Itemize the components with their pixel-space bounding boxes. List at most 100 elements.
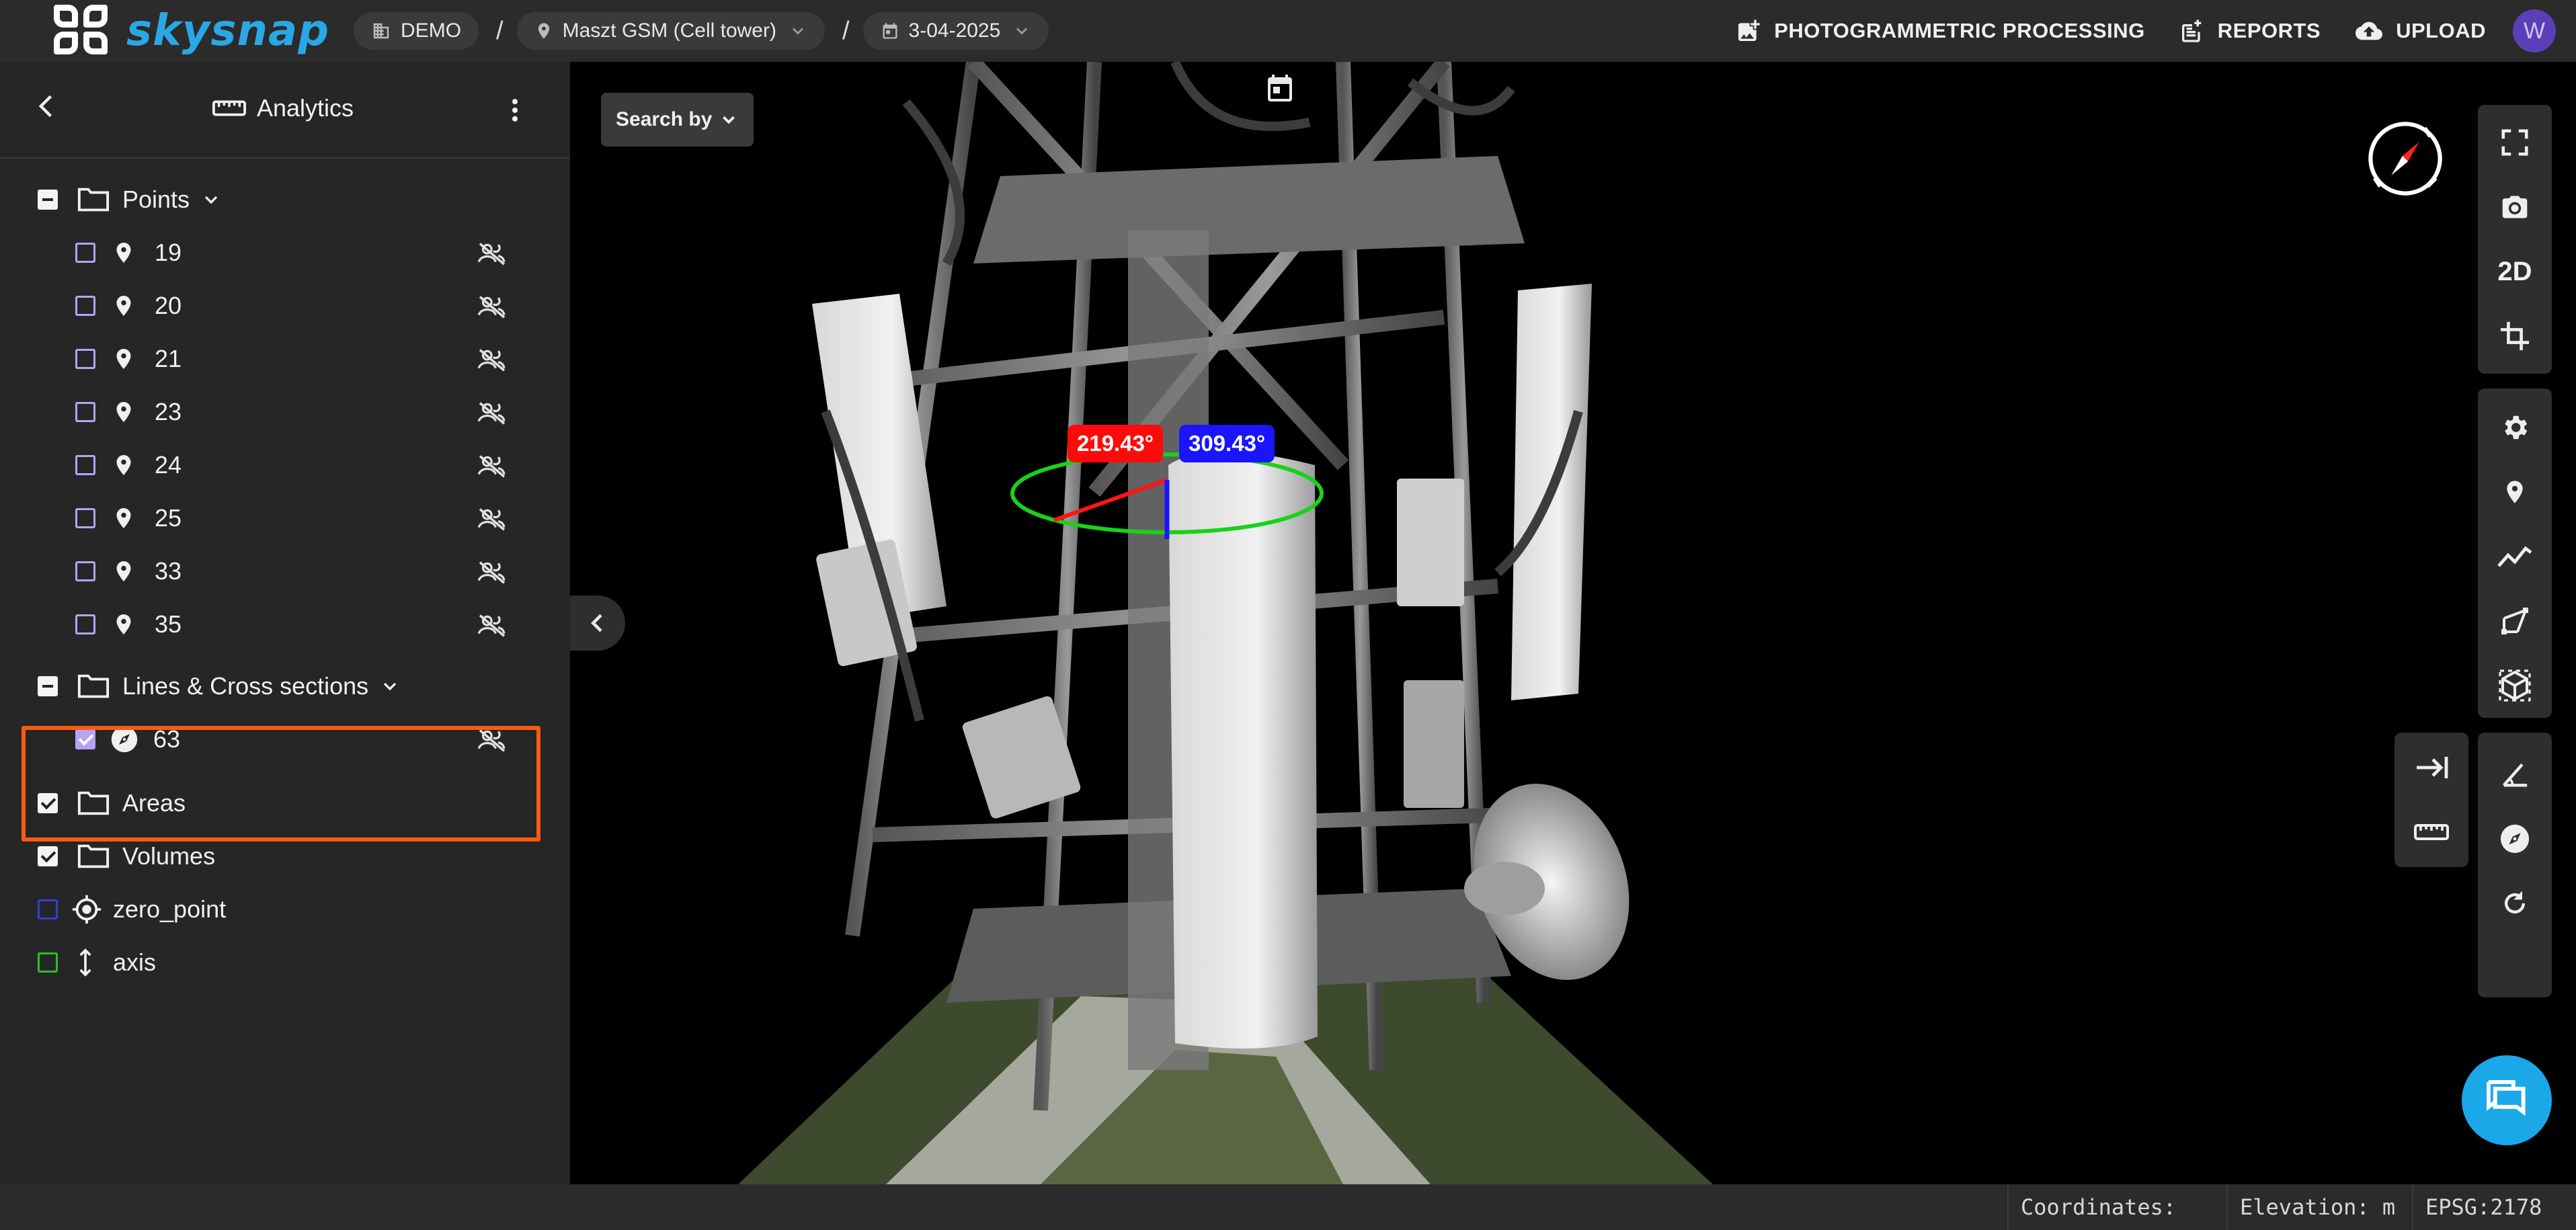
group-points-checkbox[interactable] bbox=[38, 190, 58, 210]
breadcrumb-organization[interactable]: DEMO bbox=[354, 12, 479, 50]
item-label: 35 bbox=[155, 610, 182, 638]
add-line-button[interactable] bbox=[2478, 524, 2552, 589]
breadcrumb-date-label: 3-04-2025 bbox=[908, 19, 1001, 42]
upload-button[interactable]: UPLOAD bbox=[2354, 17, 2486, 44]
support-chat-button[interactable] bbox=[2462, 1055, 2552, 1145]
item-label: 24 bbox=[155, 451, 182, 479]
visibility-off-icon[interactable] bbox=[476, 507, 508, 537]
location-pin-icon bbox=[112, 504, 136, 532]
crop-button[interactable] bbox=[2478, 304, 2552, 368]
add-point-button[interactable] bbox=[2478, 460, 2552, 524]
3d-viewport[interactable]: Search by 219.43° 309.43° 2D bbox=[570, 62, 2576, 1184]
reports-button[interactable]: REPORTS bbox=[2179, 17, 2321, 44]
group-volumes-checkbox[interactable] bbox=[38, 846, 58, 866]
visibility-off-icon[interactable] bbox=[476, 347, 508, 378]
location-pin-icon bbox=[112, 239, 136, 267]
sidebar-title-label: Analytics bbox=[257, 94, 354, 122]
list-item[interactable]: 19 bbox=[75, 229, 546, 276]
breadcrumb-project[interactable]: Maszt GSM (Cell tower) bbox=[516, 12, 825, 50]
cross-section-button[interactable] bbox=[2478, 589, 2552, 653]
back-arrow-icon[interactable] bbox=[32, 91, 62, 121]
item-checkbox[interactable] bbox=[75, 296, 95, 316]
item-checkbox[interactable] bbox=[75, 402, 95, 422]
axis-checkbox[interactable] bbox=[38, 952, 58, 973]
breadcrumb-separator: / bbox=[496, 16, 504, 45]
status-bar: Coordinates: Elevation: m EPSG:2178 bbox=[0, 1184, 2576, 1230]
item-checkbox[interactable] bbox=[75, 614, 95, 634]
more-vertical-icon[interactable] bbox=[500, 93, 530, 128]
visibility-off-icon[interactable] bbox=[476, 294, 508, 325]
item-checkbox[interactable] bbox=[75, 349, 95, 369]
visibility-off-icon[interactable] bbox=[476, 560, 508, 590]
angle-label-blue: 309.43° bbox=[1179, 425, 1275, 462]
fullscreen-button[interactable] bbox=[2478, 110, 2552, 175]
top-actions: PHOTOGRAMMETRIC PROCESSING REPORTS UPLOA… bbox=[1735, 0, 2576, 62]
group-lines-cross-sections[interactable]: Lines & Cross sections bbox=[38, 663, 401, 710]
breadcrumb-date[interactable]: 3-04-2025 bbox=[862, 12, 1049, 50]
item-checkbox[interactable] bbox=[75, 508, 95, 528]
user-avatar[interactable]: W bbox=[2513, 9, 2556, 52]
list-item[interactable]: 33 bbox=[75, 548, 546, 595]
gear-icon bbox=[2505, 415, 2528, 440]
ruler-button[interactable] bbox=[2394, 800, 2468, 864]
photogrammetric-processing-button[interactable]: PHOTOGRAMMETRIC PROCESSING bbox=[1735, 17, 2145, 44]
rotate-button[interactable] bbox=[2478, 871, 2552, 936]
item-label: 21 bbox=[155, 345, 182, 372]
upload-label: UPLOAD bbox=[2396, 19, 2486, 42]
zero-point-label: zero_point bbox=[113, 895, 227, 923]
visibility-off-icon[interactable] bbox=[476, 454, 508, 484]
visibility-off-icon[interactable] bbox=[476, 613, 508, 643]
timeline-calendar-button[interactable] bbox=[1264, 71, 1296, 108]
location-pin-icon bbox=[538, 23, 549, 39]
item-checkbox[interactable] bbox=[75, 561, 95, 581]
item-axis[interactable]: axis bbox=[38, 939, 156, 986]
group-volumes-label: Volumes bbox=[122, 842, 216, 870]
angle-label-red: 219.43° bbox=[1068, 425, 1164, 462]
fullscreen-icon bbox=[2501, 129, 2528, 156]
view-mode-2d-button[interactable]: 2D bbox=[2478, 239, 2552, 304]
compass-widget[interactable] bbox=[2364, 117, 2447, 204]
list-item[interactable]: 35 bbox=[75, 601, 546, 648]
location-pin-icon bbox=[2507, 481, 2523, 503]
item-checkbox[interactable] bbox=[75, 243, 95, 263]
azimuth-button[interactable] bbox=[2478, 807, 2552, 871]
ruler-icon bbox=[2414, 824, 2449, 840]
list-item[interactable]: 25 bbox=[75, 495, 546, 542]
group-lines-checkbox[interactable] bbox=[38, 676, 58, 696]
zero-point-checkbox[interactable] bbox=[38, 899, 58, 919]
item-zero-point[interactable]: zero_point bbox=[38, 886, 226, 933]
add-photo-icon bbox=[1738, 19, 1760, 41]
ruler-icon bbox=[212, 100, 246, 116]
volume-button[interactable] bbox=[2478, 653, 2552, 718]
elevation-readout: Elevation: m bbox=[2226, 1184, 2412, 1230]
group-points[interactable]: Points bbox=[38, 176, 222, 223]
visibility-off-icon[interactable] bbox=[476, 401, 508, 431]
location-pin-icon bbox=[112, 610, 136, 639]
axis-label: axis bbox=[113, 948, 157, 976]
distance-to-button[interactable] bbox=[2394, 735, 2468, 800]
collapse-sidebar-button[interactable] bbox=[570, 596, 625, 651]
group-points-label: Points bbox=[122, 186, 190, 213]
settings-button[interactable] bbox=[2478, 395, 2552, 460]
sidebar-header: Analytics bbox=[0, 62, 570, 159]
cloud-upload-icon bbox=[2356, 22, 2383, 40]
chevron-left-icon bbox=[591, 614, 602, 632]
list-item[interactable]: 24 bbox=[75, 442, 546, 489]
point-cloud-scene[interactable] bbox=[570, 62, 2576, 1184]
folder-icon bbox=[77, 843, 110, 870]
analysis-toolbar bbox=[2478, 733, 2552, 997]
visibility-off-icon[interactable] bbox=[476, 241, 508, 272]
chevron-down-icon[interactable] bbox=[200, 189, 222, 210]
angle-measure-button[interactable] bbox=[2478, 742, 2552, 807]
list-item[interactable]: 21 bbox=[75, 335, 546, 382]
epsg-readout[interactable]: EPSG:2178 bbox=[2412, 1184, 2576, 1230]
coordinates-readout: Coordinates: bbox=[2007, 1184, 2226, 1230]
list-item[interactable]: 20 bbox=[75, 282, 546, 329]
chevron-down-icon[interactable] bbox=[379, 675, 401, 697]
list-item[interactable]: 23 bbox=[75, 388, 546, 436]
brand-logo[interactable]: skysnap bbox=[54, 0, 329, 62]
screenshot-button[interactable] bbox=[2478, 175, 2552, 239]
search-by-dropdown[interactable]: Search by bbox=[601, 93, 754, 147]
item-checkbox[interactable] bbox=[75, 455, 95, 475]
polyline-icon bbox=[2497, 546, 2532, 567]
